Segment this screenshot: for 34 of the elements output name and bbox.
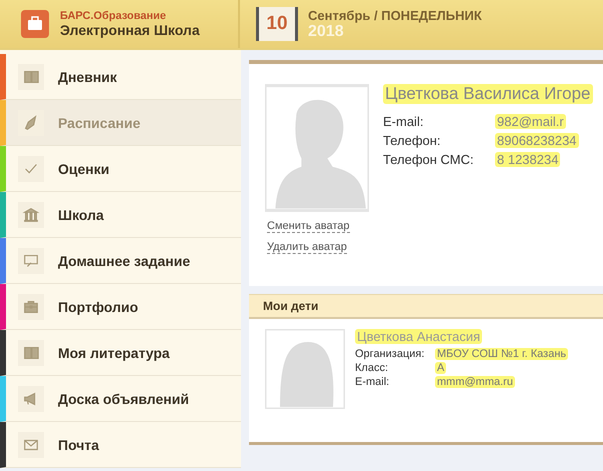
- sidebar-item[interactable]: Моя литература: [0, 330, 241, 376]
- field-value: МБОУ СОШ №1 г. Казань: [435, 348, 568, 360]
- field-label: Телефон:: [383, 133, 442, 148]
- sidebar-item[interactable]: Доска объявлений: [0, 376, 241, 422]
- profile-name: Цветкова Василиса Игоре: [383, 84, 592, 104]
- sidebar-item[interactable]: Портфолио: [0, 284, 241, 330]
- field-label: Класс:: [355, 362, 389, 374]
- field-label: Телефон СМС:: [383, 152, 475, 167]
- section-title: Мои дети: [249, 294, 603, 319]
- sidebar-item[interactable]: Оценки: [0, 146, 241, 192]
- avatar-silhouette-icon: [265, 84, 369, 212]
- field-value: 982@mail.r: [495, 114, 566, 129]
- child-name: Цветкова Анастасия: [355, 329, 482, 344]
- field-value: А: [435, 362, 446, 374]
- briefcase-logo-icon: [20, 9, 50, 39]
- day-calendar-card: 10: [256, 7, 298, 41]
- field-label: Организация:: [355, 348, 426, 360]
- sidebar-item[interactable]: Почта: [0, 422, 241, 468]
- field-label: E-mail:: [383, 114, 424, 129]
- avatar-link[interactable]: Сменить аватар: [267, 220, 350, 233]
- sidebar-item[interactable]: Школа: [0, 192, 241, 238]
- field-value: 8 1238234: [495, 152, 560, 167]
- year: 2018: [308, 22, 344, 40]
- field-label: E-mail:: [355, 376, 390, 388]
- sidebar-item[interactable]: Домашнее задание: [0, 238, 241, 284]
- brand-title: Электронная Школа: [60, 22, 200, 38]
- avatar-silhouette-icon: [265, 329, 345, 409]
- field-value: 89068238234: [495, 133, 579, 148]
- month-weekday: Сентябрь / ПОНЕДЕЛЬНИК: [308, 8, 482, 22]
- bank-icon: [22, 206, 40, 224]
- avatar-link[interactable]: Удалить аватар: [267, 241, 347, 254]
- field-value: mmm@mma.ru: [435, 376, 515, 388]
- brand-subtitle: БАРС.Образование: [60, 10, 167, 22]
- sidebar-item[interactable]: Дневник: [0, 54, 241, 100]
